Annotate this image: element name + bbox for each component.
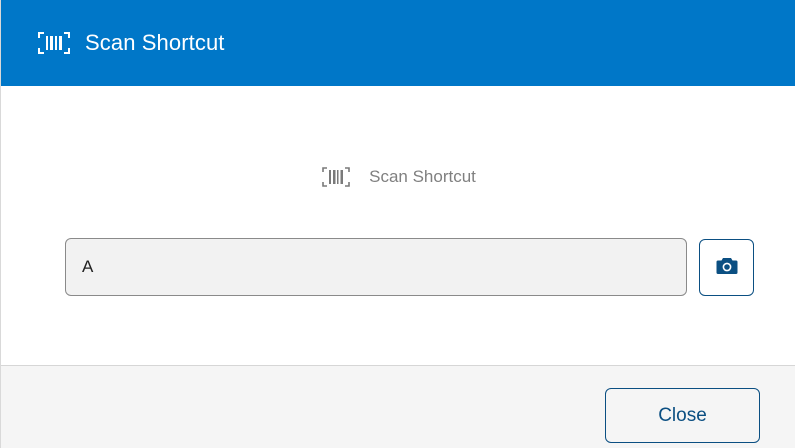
shortcut-input[interactable] bbox=[65, 238, 687, 296]
subtitle-label: Scan Shortcut bbox=[369, 167, 476, 186]
scan-shortcut-dialog: Scan Shortcut Scan Shortcut A Close bbox=[0, 0, 795, 448]
barcode-scan-icon bbox=[321, 166, 351, 188]
barcode-scan-icon bbox=[37, 31, 71, 55]
dialog-footer: Close bbox=[1, 365, 795, 448]
dialog-header: Scan Shortcut bbox=[1, 0, 795, 86]
dialog-title: Scan Shortcut bbox=[85, 30, 225, 55]
camera-scan-button[interactable] bbox=[699, 239, 754, 296]
camera-icon bbox=[716, 256, 738, 280]
subtitle-row: Scan Shortcut bbox=[1, 166, 795, 188]
dialog-body: Scan Shortcut bbox=[1, 86, 795, 365]
close-button[interactable]: Close bbox=[605, 388, 760, 443]
